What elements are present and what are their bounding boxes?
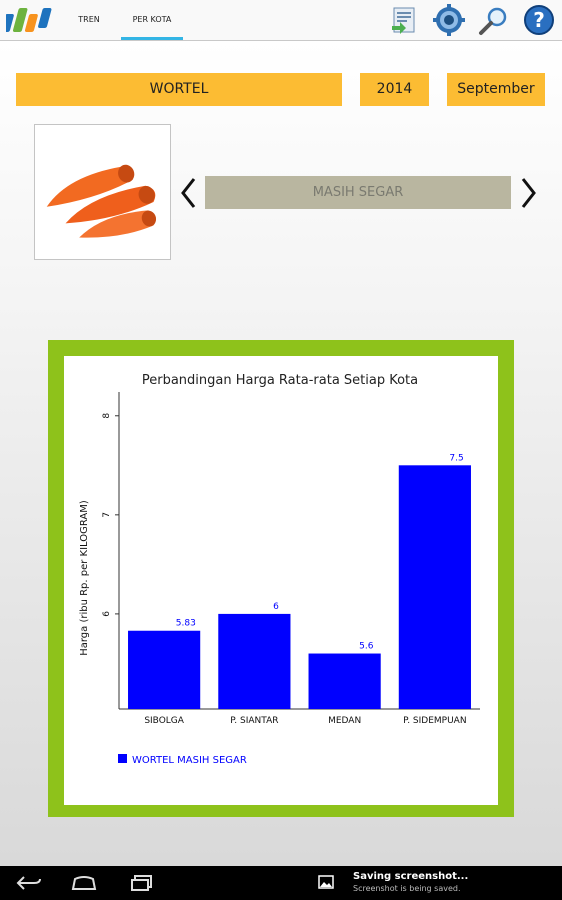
- home-icon[interactable]: [71, 875, 97, 891]
- year-selector[interactable]: 2014: [360, 73, 429, 106]
- x-tick-label: MEDAN: [328, 716, 361, 726]
- system-navigation-bar: [0, 866, 562, 900]
- report-icon[interactable]: [388, 4, 420, 36]
- app-logo-icon[interactable]: [6, 4, 56, 36]
- bar-p-sidempuan: [398, 465, 471, 709]
- settings-gear-icon[interactable]: [433, 4, 465, 36]
- bar-sibolga: [128, 630, 201, 709]
- chart-frame: Perbandingan Harga Rata-rata Setiap Kota…: [48, 340, 514, 817]
- freshness-status: MASIH SEGAR: [205, 176, 511, 209]
- commodity-selector[interactable]: WORTEL: [16, 73, 342, 106]
- next-arrow-icon[interactable]: [518, 176, 538, 210]
- bar-chart: Perbandingan Harga Rata-rata Setiap Kota…: [79, 373, 480, 766]
- back-icon[interactable]: [16, 875, 42, 891]
- tab-per-kota[interactable]: PER KOTA: [121, 0, 183, 40]
- bar-value-label: 6: [273, 602, 279, 612]
- help-icon[interactable]: ?: [523, 4, 555, 36]
- notification-subtitle: Screenshot is being saved.: [353, 884, 461, 893]
- carrot-icon: [46, 164, 157, 238]
- previous-arrow-icon[interactable]: [179, 176, 199, 210]
- x-tick-label: P. SIDEMPUAN: [403, 716, 466, 726]
- image-icon: [318, 875, 334, 889]
- chart-title: Perbandingan Harga Rata-rata Setiap Kota: [142, 373, 418, 388]
- notification-title[interactable]: Saving screenshot...: [353, 871, 468, 882]
- x-tick-label: P. SIANTAR: [230, 716, 278, 726]
- legend-swatch: [118, 754, 127, 763]
- tab-tren[interactable]: TREN: [70, 0, 108, 40]
- product-image: [34, 124, 171, 260]
- search-icon[interactable]: [478, 4, 510, 36]
- bar-p-siantar: [218, 613, 291, 709]
- recent-apps-icon[interactable]: [129, 875, 155, 891]
- x-tick-label: SIBOLGA: [144, 716, 184, 726]
- svg-text:?: ?: [533, 8, 545, 32]
- month-selector[interactable]: September: [447, 73, 545, 106]
- y-axis-label: Harga (ribu Rp. per KILOGRAM): [79, 500, 90, 656]
- bar-value-label: 7.5: [449, 453, 463, 463]
- y-tick-label: 6: [102, 611, 112, 617]
- bar-medan: [308, 653, 381, 709]
- y-tick-label: 7: [102, 512, 112, 518]
- legend-label: WORTEL MASIH SEGAR: [132, 755, 247, 766]
- bar-value-label: 5.6: [359, 642, 374, 652]
- y-tick-label: 8: [102, 413, 112, 419]
- chart-panel: Perbandingan Harga Rata-rata Setiap Kota…: [64, 356, 498, 805]
- bar-value-label: 5.83: [176, 619, 196, 629]
- action-bar: TREN PER KOTA ?: [0, 0, 562, 41]
